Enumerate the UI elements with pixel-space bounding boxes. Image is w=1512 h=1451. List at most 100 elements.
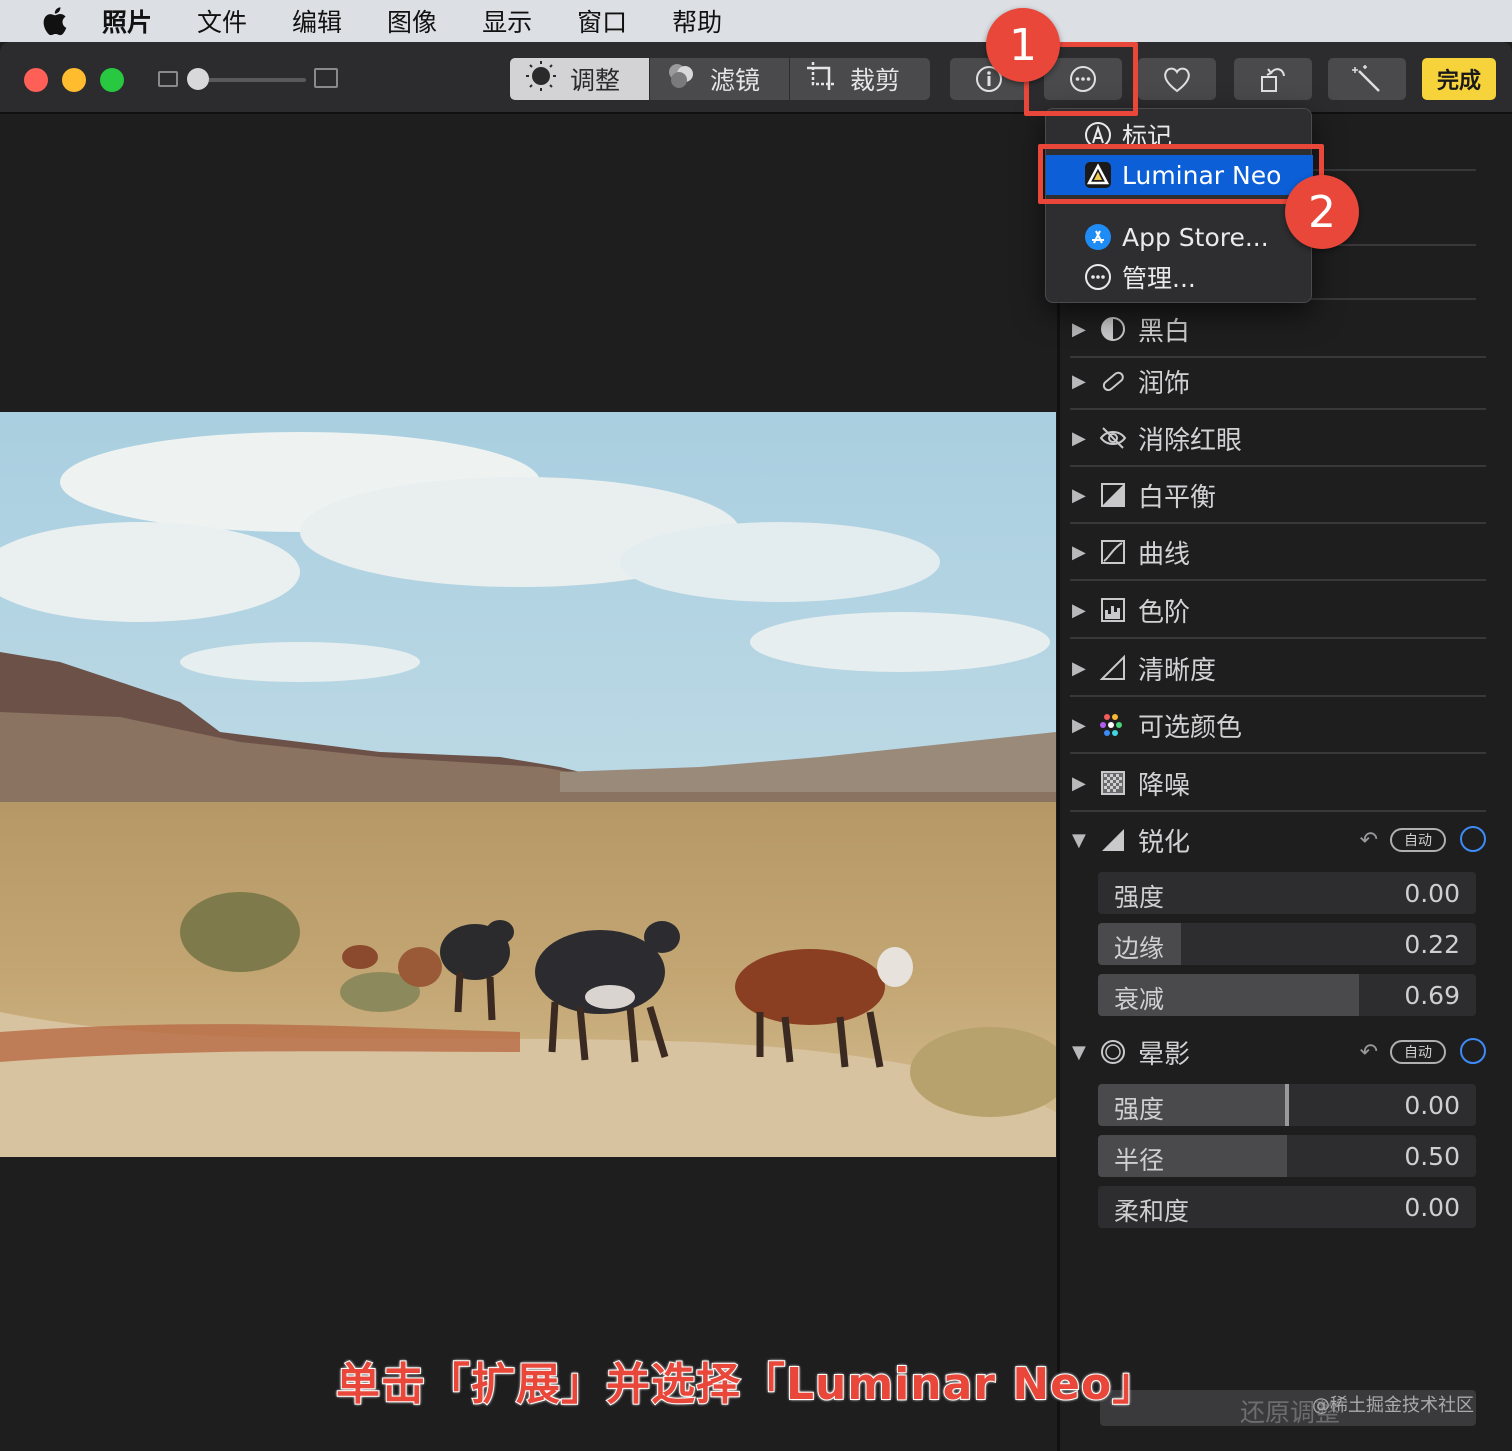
tab-adjust-label: 调整	[570, 66, 621, 95]
vignette-softness-slider[interactable]: 柔和度 0.00	[1098, 1186, 1476, 1228]
close-window-button[interactable]	[24, 68, 48, 92]
slider-label: 边缘	[1114, 934, 1165, 963]
apple-logo-icon[interactable]	[36, 6, 72, 36]
section-red-eye[interactable]: ▶ 消除红眼	[1070, 411, 1486, 467]
section-white-balance[interactable]: ▶ 白平衡	[1070, 468, 1486, 524]
sharpen-edges-slider[interactable]: 边缘 0.22	[1098, 923, 1476, 965]
section-label: 清晰度	[1138, 655, 1217, 686]
section-black-white[interactable]: ▶ 黑白	[1070, 302, 1486, 358]
favorite-button[interactable]	[1138, 58, 1216, 100]
sharpen-intensity-slider[interactable]: 强度 0.00	[1098, 872, 1476, 914]
disclosure-triangle-icon[interactable]: ▼	[1072, 830, 1092, 851]
disclosure-triangle-icon[interactable]: ▶	[1072, 658, 1092, 679]
disclosure-triangle-icon[interactable]: ▶	[1072, 542, 1092, 563]
zoom-slider-knob[interactable]	[187, 68, 209, 90]
disclosure-triangle-icon[interactable]: ▼	[1072, 1042, 1092, 1063]
zoom-in-icon[interactable]	[314, 68, 338, 88]
rotate-icon	[1261, 68, 1285, 92]
cows-desert-photo	[0, 412, 1056, 1157]
filter-circles-icon	[664, 59, 698, 99]
white-balance-icon	[1098, 480, 1128, 510]
adjust-dial-icon	[524, 59, 558, 99]
magic-wand-icon	[1352, 65, 1380, 92]
watermark-text: @稀土掘金技术社区	[1312, 1395, 1474, 1416]
menu-item-manage[interactable]: 管理...	[1046, 257, 1313, 297]
undo-icon[interactable]: ↶	[1360, 1040, 1378, 1065]
section-retouch[interactable]: ▶ 润饰	[1070, 354, 1486, 410]
done-button[interactable]: 完成	[1422, 58, 1496, 100]
minimize-window-button[interactable]	[62, 68, 86, 92]
tab-filters[interactable]: 滤镜	[650, 58, 789, 100]
slider-label: 柔和度	[1114, 1197, 1190, 1226]
disclosure-triangle-icon[interactable]: ▶	[1072, 485, 1092, 506]
disclosure-triangle-icon[interactable]: ▶	[1072, 773, 1092, 794]
slider-center-mark	[1285, 1084, 1289, 1126]
zoom-out-icon[interactable]	[158, 71, 178, 87]
section-vignette[interactable]: ▼ 晕影 ↶ 自动	[1070, 1024, 1486, 1080]
photo-canvas[interactable]	[0, 412, 1056, 1157]
menu-image[interactable]: 图像	[387, 3, 437, 39]
definition-icon	[1098, 653, 1128, 683]
step-badge-2: 2	[1285, 175, 1359, 249]
tab-filters-label: 滤镜	[710, 66, 761, 95]
section-levels[interactable]: ▶ 色阶	[1070, 583, 1486, 639]
slider-value: 0.00	[1404, 1193, 1460, 1222]
half-circle-icon	[1098, 314, 1128, 344]
fullscreen-window-button[interactable]	[100, 68, 124, 92]
section-label: 色阶	[1138, 597, 1191, 628]
menu-photos[interactable]: 照片	[102, 3, 152, 39]
menu-file[interactable]: 文件	[197, 3, 247, 39]
section-selective-color[interactable]: ▶ 可选颜色	[1070, 698, 1486, 754]
section-sharpen[interactable]: ▼ 锐化 ↶ 自动	[1070, 812, 1486, 868]
disclosure-triangle-icon[interactable]: ▶	[1072, 428, 1092, 449]
tutorial-caption: 单击「扩展」并选择「Luminar Neo」	[335, 1358, 1158, 1411]
step-badge-1: 1	[986, 8, 1060, 82]
curves-icon	[1098, 537, 1128, 567]
section-curves[interactable]: ▶ 曲线	[1070, 525, 1486, 581]
auto-button[interactable]: 自动	[1390, 1040, 1446, 1064]
tab-crop[interactable]: 裁剪	[790, 58, 930, 100]
disclosure-triangle-icon[interactable]: ▶	[1072, 715, 1092, 736]
section-label: 消除红眼	[1138, 425, 1243, 456]
slider-value: 0.22	[1404, 930, 1460, 959]
menu-window[interactable]: 窗口	[577, 3, 627, 39]
sharpen-icon	[1098, 825, 1128, 855]
vignette-radius-slider[interactable]: 半径 0.50	[1098, 1135, 1476, 1177]
menu-edit[interactable]: 编辑	[292, 3, 342, 39]
enable-toggle[interactable]	[1460, 826, 1486, 852]
tab-adjust[interactable]: 调整	[510, 58, 649, 100]
tab-crop-label: 裁剪	[850, 66, 901, 95]
extensions-menu: 标记 Luminar Neo App Store... 管理...	[1045, 108, 1313, 303]
menu-help[interactable]: 帮助	[672, 3, 722, 39]
vignette-intensity-slider[interactable]: 强度 0.00	[1098, 1084, 1476, 1126]
auto-enhance-button[interactable]	[1328, 58, 1406, 100]
rotate-button[interactable]	[1234, 58, 1312, 100]
heart-icon	[1164, 67, 1190, 93]
crop-icon	[804, 59, 838, 99]
more-circle-icon	[1084, 263, 1112, 291]
menu-item-app-store[interactable]: App Store...	[1046, 217, 1313, 257]
noise-reduction-icon	[1098, 768, 1128, 798]
eye-slash-icon	[1098, 423, 1128, 453]
section-label: 白平衡	[1138, 482, 1217, 513]
menu-item-label: App Store...	[1122, 222, 1269, 252]
section-definition[interactable]: ▶ 清晰度	[1070, 641, 1486, 697]
slider-label: 衰减	[1114, 985, 1165, 1014]
menu-view[interactable]: 显示	[482, 3, 532, 39]
selective-color-icon	[1098, 710, 1128, 740]
photos-editor-window: 照片 文件 编辑 图像 显示 窗口 帮助 调整 滤镜 裁剪 完成 ▶ 黑白 ▶ …	[0, 0, 1512, 1451]
section-label: 晕影	[1138, 1039, 1191, 1070]
disclosure-triangle-icon[interactable]: ▶	[1072, 319, 1092, 340]
section-label: 润饰	[1138, 368, 1191, 399]
section-noise-reduction[interactable]: ▶ 降噪	[1070, 756, 1486, 812]
slider-value: 0.69	[1404, 981, 1460, 1010]
section-label: 锐化	[1138, 827, 1191, 858]
disclosure-triangle-icon[interactable]: ▶	[1072, 371, 1092, 392]
enable-toggle[interactable]	[1460, 1038, 1486, 1064]
disclosure-triangle-icon[interactable]: ▶	[1072, 600, 1092, 621]
section-label: 降噪	[1138, 770, 1191, 801]
sharpen-falloff-slider[interactable]: 衰减 0.69	[1098, 974, 1476, 1016]
undo-icon[interactable]: ↶	[1360, 828, 1378, 853]
adjust-sidebar: ▶ 黑白 ▶ 润饰 ▶ 消除红眼 ▶ 白平衡 ▶ 曲线 ▶ 色阶 ▶ 清晰度 ▶…	[1060, 114, 1512, 1451]
auto-button[interactable]: 自动	[1390, 828, 1446, 852]
